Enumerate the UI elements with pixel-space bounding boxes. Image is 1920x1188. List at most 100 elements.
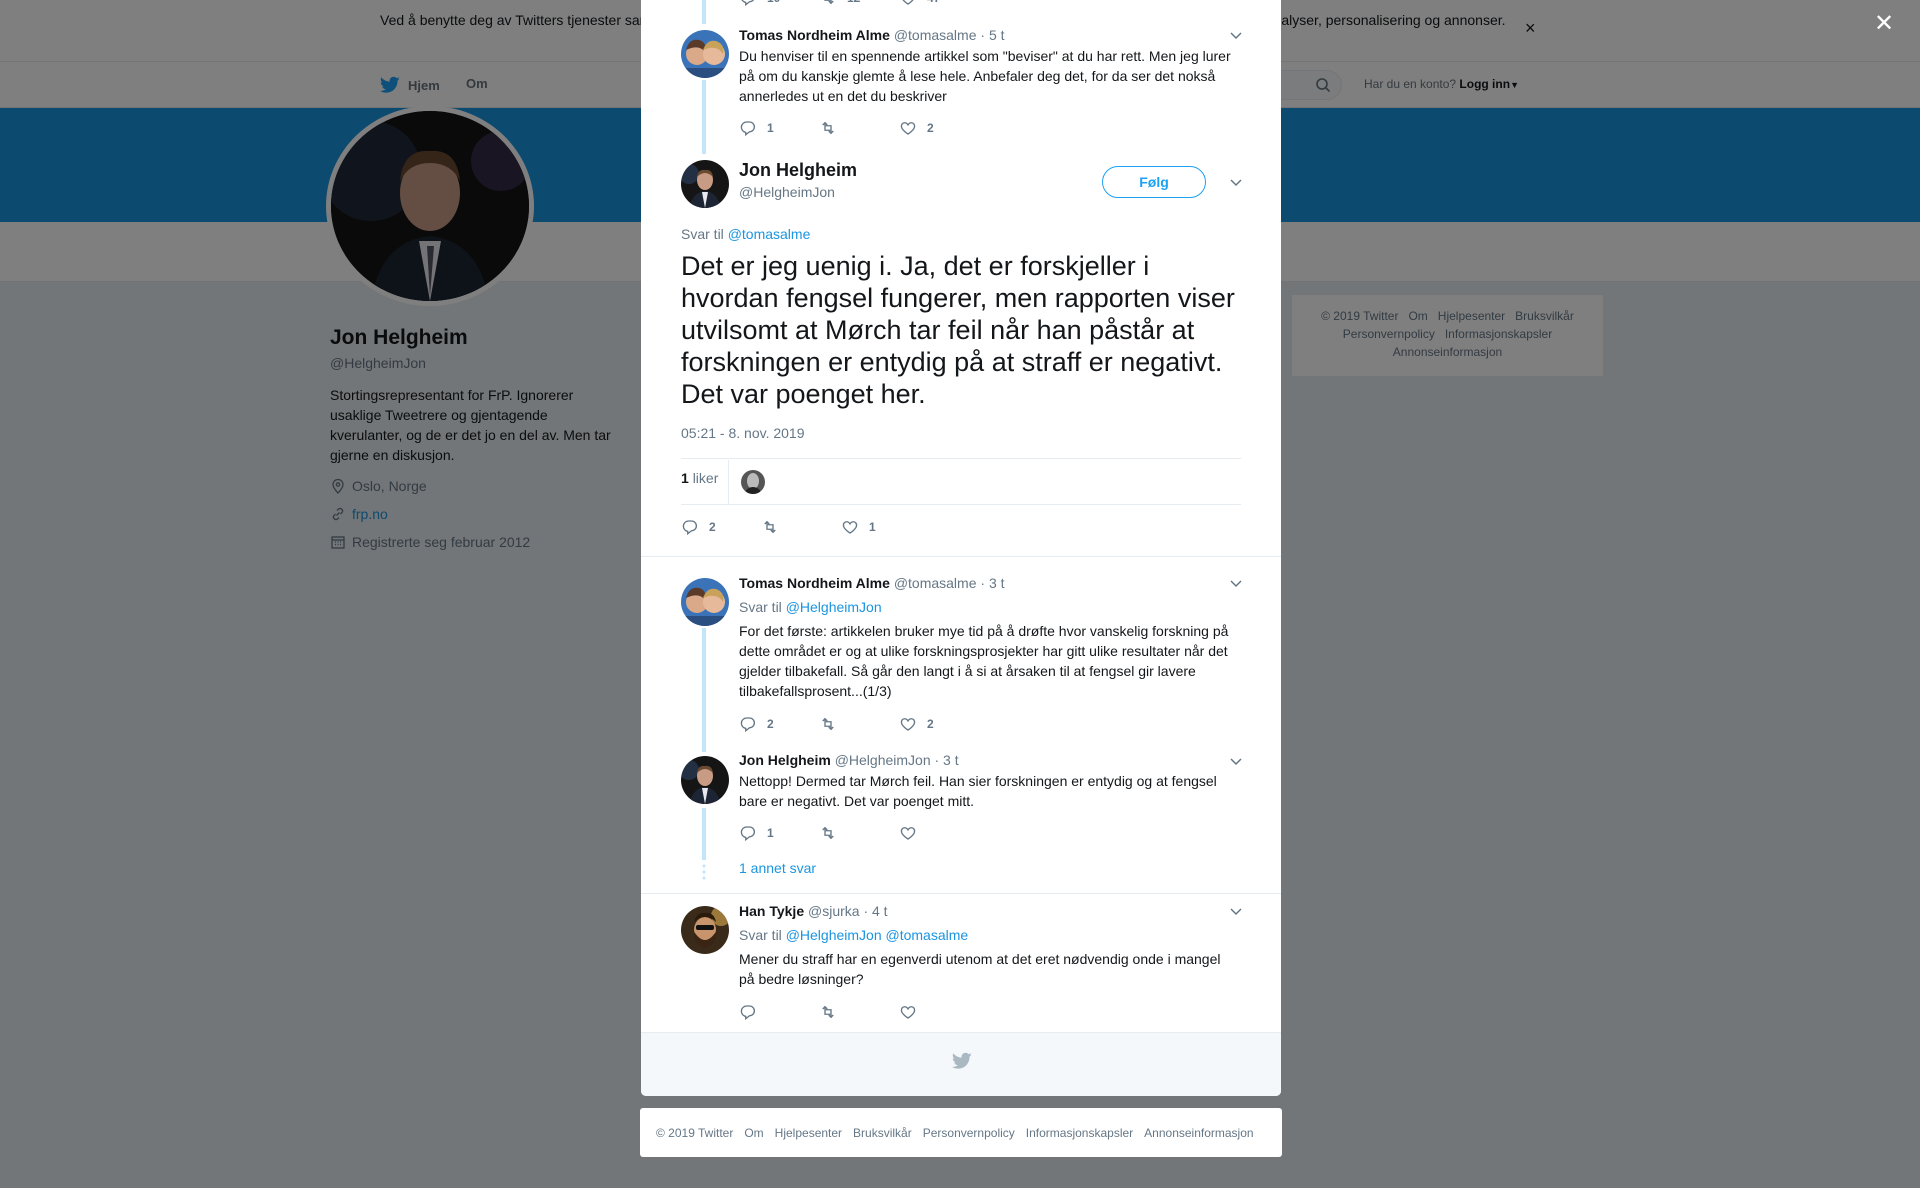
reply-button[interactable] (739, 1003, 819, 1021)
main-author-name[interactable]: Jon Helgheim (739, 160, 857, 181)
reply-icon (740, 826, 755, 842)
reply-button[interactable]: 1 (739, 824, 819, 842)
reply-mention-link[interactable]: @tomasalme (728, 226, 811, 242)
main-author-handle[interactable]: @HelgheimJon (739, 184, 835, 200)
like-button[interactable]: 2 (899, 715, 979, 733)
chevron-down-icon[interactable] (1230, 758, 1242, 766)
reply-context: Svar til @HelgheimJon (739, 599, 882, 615)
like-count: 1 (869, 520, 876, 534)
heart-icon (900, 1006, 916, 1019)
footer-link-terms[interactable]: Bruksvilkår (853, 1126, 912, 1140)
chevron-down-icon[interactable] (1230, 179, 1242, 187)
tweet-actions (739, 1002, 979, 1022)
tweet-header: Tomas Nordheim Alme @tomasalme · 3 t (739, 575, 1005, 591)
reply-mention-link[interactable]: @HelgheimJon (786, 599, 882, 615)
heart-icon (842, 521, 858, 534)
author-handle[interactable]: @tomasalme (894, 575, 977, 591)
footer-link-help[interactable]: Hjelpesenter (775, 1126, 842, 1140)
retweet-icon (822, 826, 834, 840)
reply-button[interactable]: 2 (681, 518, 761, 536)
reply-prefix: Svar til (739, 927, 782, 943)
reply-count: 2 (709, 520, 716, 534)
author-handle[interactable]: @tomasalme (894, 27, 977, 43)
likes-label: liker (692, 470, 719, 486)
reply-button[interactable]: 1 (739, 119, 819, 137)
reply-prefix: Svar til (739, 599, 782, 615)
thread-line (702, 80, 706, 154)
like-button[interactable]: 1 (841, 518, 921, 536)
like-count: 2 (927, 121, 934, 135)
retweet-button[interactable] (819, 1003, 899, 1021)
tweet-text: Mener du straff har en egenverdi utenom … (739, 951, 1221, 987)
author-handle[interactable]: @HelgheimJon (835, 752, 931, 768)
likes-count: 1 (681, 470, 689, 486)
retweet-icon (822, 717, 834, 731)
likes-stat[interactable]: 1 liker (681, 470, 718, 486)
chevron-down-icon[interactable] (1230, 908, 1242, 916)
author-name[interactable]: Jon Helgheim (739, 752, 831, 768)
footer-link-om[interactable]: Om (744, 1126, 763, 1140)
retweet-button[interactable] (761, 518, 841, 536)
reply-mention-link[interactable]: @tomasalme (886, 927, 969, 943)
tweet-time[interactable]: · 5 t (980, 27, 1004, 43)
footer-link-ads[interactable]: Annonseinformasjon (1144, 1126, 1253, 1140)
divider (681, 504, 1241, 505)
divider (641, 893, 1281, 894)
retweet-button[interactable] (819, 824, 899, 842)
author-name[interactable]: Han Tykje (739, 903, 804, 919)
main-tweet-text: Det er jeg uenig i. Ja, det er forskjell… (681, 251, 1235, 409)
like-button[interactable] (899, 824, 979, 842)
like-count: 47 (927, 0, 940, 5)
author-handle[interactable]: @sjurka (808, 903, 860, 919)
retweet-icon (822, 1005, 834, 1019)
author-name[interactable]: Tomas Nordheim Alme (739, 27, 890, 43)
more-replies-dots-icon (702, 864, 706, 880)
bottom-footer: © 2019 Twitter Om Hjelpesenter Bruksvilk… (640, 1108, 1282, 1157)
thread-line (702, 0, 706, 24)
tweet-time[interactable]: · 4 t (863, 903, 887, 919)
avatar[interactable] (681, 578, 729, 626)
thread-line (702, 628, 706, 752)
avatar[interactable] (681, 906, 729, 954)
main-tweet-actions: 2 1 (681, 517, 921, 537)
tweet-permalink-modal: 10 12 47 Tomas Nordheim Alme @tomasalme … (641, 0, 1281, 1096)
prev-tweet-actions: 10 12 47 (739, 0, 979, 8)
like-button[interactable]: 2 (899, 119, 979, 137)
like-button[interactable] (899, 1003, 979, 1021)
like-button[interactable]: 47 (899, 0, 979, 7)
reply-button[interactable]: 10 (739, 0, 819, 7)
retweet-button[interactable]: 12 (819, 0, 899, 7)
liker-avatar[interactable] (741, 470, 765, 494)
tweet-text: Du henviser til en spennende artikkel so… (739, 48, 1231, 104)
reply-icon (741, 0, 755, 7)
footer-link-cookies[interactable]: Informasjonskapsler (1026, 1126, 1133, 1140)
author-name[interactable]: Tomas Nordheim Alme (739, 575, 890, 591)
avatar[interactable] (681, 160, 729, 208)
reply-context: Svar til @HelgheimJon @tomasalme (739, 927, 968, 943)
main-tweet-timestamp[interactable]: 05:21 - 8. nov. 2019 (681, 425, 805, 441)
chevron-down-icon[interactable] (1230, 580, 1242, 588)
tweet-time[interactable]: · 3 t (935, 752, 959, 768)
tweet-actions: 1 2 (739, 118, 979, 138)
twitter-bird-icon (952, 1052, 972, 1069)
retweet-icon (764, 520, 776, 534)
close-icon[interactable]: ✕ (1874, 12, 1894, 36)
divider (728, 460, 729, 504)
chevron-down-icon[interactable] (1230, 32, 1242, 40)
footer-copyright: © 2019 Twitter (656, 1125, 734, 1140)
reply-icon (682, 520, 697, 536)
retweet-button[interactable] (819, 119, 899, 137)
avatar[interactable] (681, 30, 729, 78)
reply-button[interactable]: 2 (739, 715, 819, 733)
tweet-time[interactable]: · 3 t (980, 575, 1004, 591)
reply-mention-link[interactable]: @HelgheimJon (786, 927, 882, 943)
modal-footer (641, 1032, 1281, 1096)
more-replies-link[interactable]: 1 annet svar (739, 860, 816, 876)
divider (681, 458, 1241, 459)
footer-link-privacy[interactable]: Personvernpolicy (923, 1126, 1015, 1140)
reply-count: 10 (767, 0, 780, 5)
retweet-icon (822, 121, 834, 135)
retweet-button[interactable] (819, 715, 899, 733)
follow-button[interactable]: Følg (1102, 166, 1206, 198)
avatar[interactable] (681, 756, 729, 804)
